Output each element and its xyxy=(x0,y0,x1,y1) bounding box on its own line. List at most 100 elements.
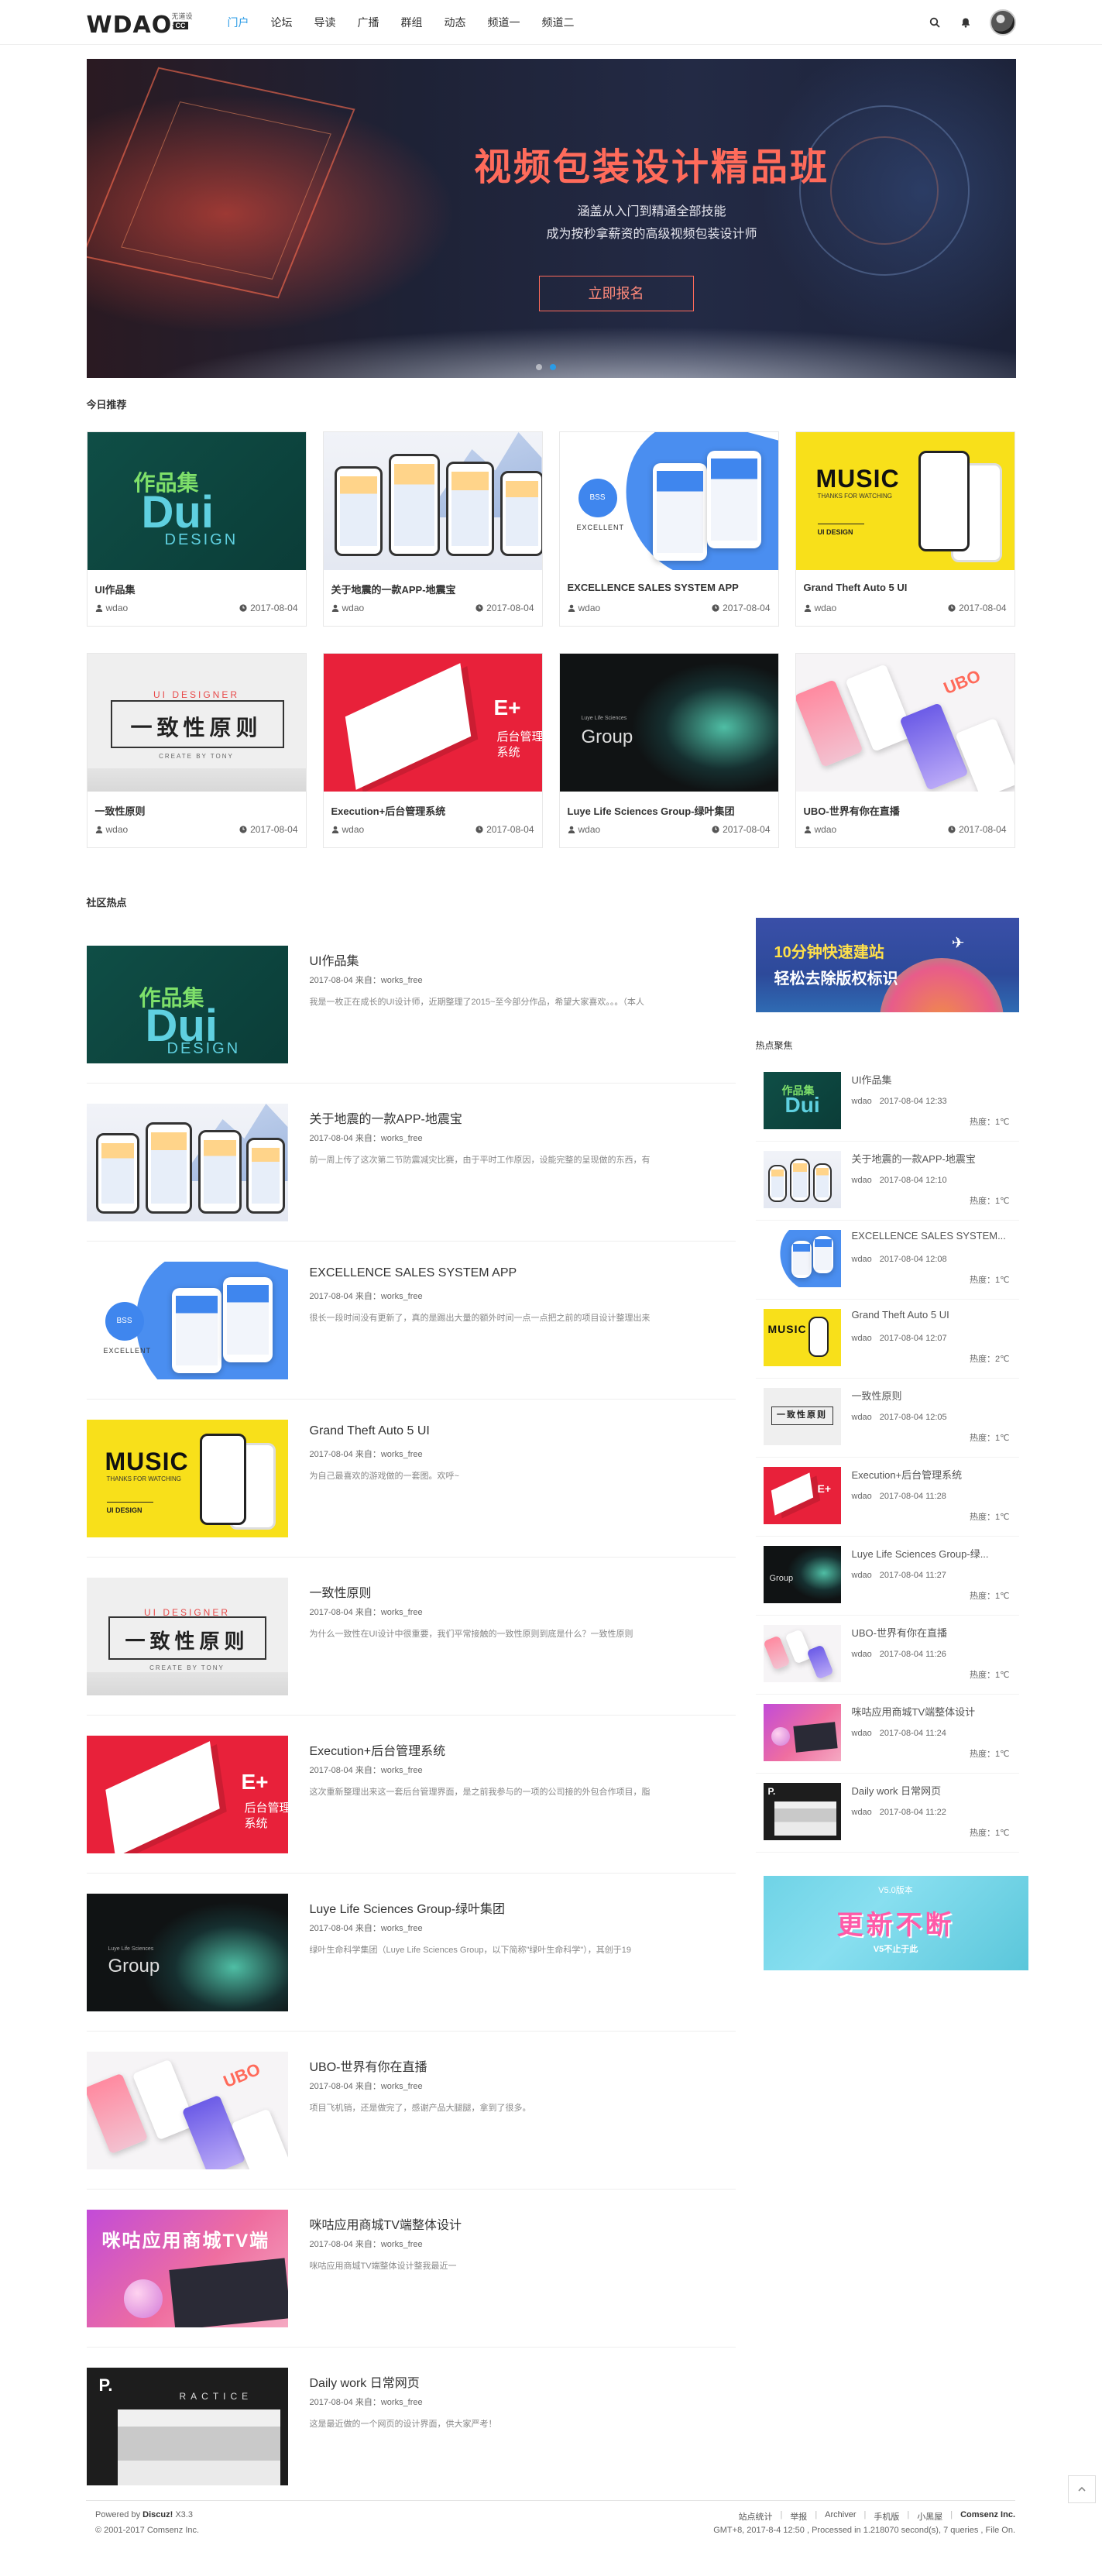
feed-thumbnail[interactable]: Luye Life Sciences Group xyxy=(86,1894,288,2011)
feed-source[interactable]: works_free xyxy=(381,1608,423,1617)
card-thumbnail[interactable]: Luye Life Sciences Group xyxy=(559,654,778,792)
card-title[interactable]: Luye Life Sciences Group-绿叶集团 xyxy=(560,792,778,818)
feed-source[interactable]: works_free xyxy=(381,1134,423,1143)
feed-thumbnail[interactable]: 作品集 Dui DESIGN xyxy=(86,946,288,1063)
feed-title[interactable]: EXCELLENCE SALES SYSTEM APP xyxy=(310,1266,517,1280)
card-thumbnail[interactable]: MUSIC THANKS FOR WATCHING UI DESIGN xyxy=(795,432,1014,570)
feed-title[interactable]: Luye Life Sciences Group-绿叶集团 xyxy=(310,1898,506,1917)
card-thumbnail[interactable]: UBO xyxy=(795,654,1014,792)
card-title[interactable]: Grand Theft Auto 5 UI xyxy=(796,570,1014,596)
recommend-card[interactable]: MUSIC THANKS FOR WATCHING UI DESIGN Gran… xyxy=(795,431,1015,627)
card-author[interactable]: wdao xyxy=(95,603,128,613)
card-author[interactable]: wdao xyxy=(331,824,364,835)
card-thumbnail[interactable] xyxy=(323,432,542,570)
feed-source[interactable]: works_free xyxy=(381,2082,423,2091)
footer-link-blacklist[interactable]: 小黑屋 xyxy=(917,2510,942,2523)
feed-title[interactable]: 关于地震的一款APP-地震宝 xyxy=(310,1108,462,1127)
card-title[interactable]: UBO-世界有你在直播 xyxy=(796,792,1014,818)
card-author[interactable]: wdao xyxy=(331,603,364,613)
hot-title[interactable]: Grand Theft Auto 5 UI xyxy=(852,1309,1007,1321)
nav-item-portal[interactable]: 门户 xyxy=(217,0,260,45)
feed-source[interactable]: works_free xyxy=(381,1766,423,1775)
search-icon[interactable] xyxy=(928,15,942,29)
recommend-card[interactable]: UBO UBO-世界有你在直播 wdao 2017-08-04 xyxy=(795,653,1015,848)
card-author[interactable]: wdao xyxy=(568,603,600,613)
hot-thumbnail[interactable] xyxy=(763,1151,841,1208)
hot-thumbnail[interactable] xyxy=(763,1625,841,1682)
hot-thumbnail[interactable]: Group xyxy=(763,1546,841,1603)
feed-source[interactable]: works_free xyxy=(381,976,423,985)
card-author[interactable]: wdao xyxy=(804,603,836,613)
footer-link-stats[interactable]: 站点统计 xyxy=(738,2510,772,2523)
hot-author[interactable]: wdao xyxy=(852,1334,872,1343)
feed-thumbnail[interactable]: E+ 后台管理系统 xyxy=(86,1736,288,1853)
card-thumbnail[interactable]: E+ 后台管理系统 xyxy=(323,654,542,792)
user-avatar[interactable] xyxy=(989,9,1016,36)
hot-title[interactable]: UI作品集 xyxy=(852,1072,1007,1087)
feed-thumbnail[interactable]: BSS EXCELLENT xyxy=(86,1262,288,1379)
hot-title[interactable]: Execution+后台管理系统 xyxy=(852,1467,1007,1482)
feed-thumbnail[interactable]: 咪咕应用商城TV端 xyxy=(86,2210,288,2327)
feed-thumbnail[interactable]: UI DESIGNER 一致性原则 CREATE BY TONY xyxy=(86,1578,288,1695)
discuz-link[interactable]: Discuz! xyxy=(142,2510,173,2519)
footer-link-archiver[interactable]: Archiver xyxy=(825,2510,856,2523)
feed-thumbnail[interactable]: UBO xyxy=(86,2052,288,2169)
back-to-top-button[interactable] xyxy=(1068,2475,1096,2503)
hot-thumbnail[interactable]: P. xyxy=(763,1783,841,1840)
hot-thumbnail[interactable]: MUSIC xyxy=(763,1309,841,1366)
nav-item-guide[interactable]: 导读 xyxy=(304,0,347,45)
hot-title[interactable]: EXCELLENCE SALES SYSTEM... xyxy=(852,1230,1007,1242)
banner-signup-button[interactable]: 立即报名 xyxy=(538,276,694,311)
nav-item-groups[interactable]: 群组 xyxy=(390,0,434,45)
recommend-card[interactable]: E+ 后台管理系统 Execution+后台管理系统 wdao 2017-08-… xyxy=(322,653,543,848)
hot-author[interactable]: wdao xyxy=(852,1097,872,1106)
card-title[interactable]: 关于地震的一款APP-地震宝 xyxy=(324,570,542,596)
hot-author[interactable]: wdao xyxy=(852,1729,872,1738)
feed-title[interactable]: UBO-世界有你在直播 xyxy=(310,2056,427,2075)
card-title[interactable]: 一致性原则 xyxy=(88,792,306,818)
ad-banner-bottom[interactable]: V5.0版本 更新不断 V5不止于此 xyxy=(763,1876,1028,1970)
recommend-card[interactable]: UI DESIGNER 一致性原则 CREATE BY TONY 一致性原则 w… xyxy=(86,653,307,848)
site-logo[interactable]: WDAO 无道设计 CC xyxy=(87,8,195,39)
feed-title[interactable]: Daily work 日常网页 xyxy=(310,2372,420,2391)
feed-thumbnail[interactable] xyxy=(86,1104,288,1221)
card-title[interactable]: UI作品集 xyxy=(88,570,306,596)
hot-author[interactable]: wdao xyxy=(852,1650,872,1659)
hot-author[interactable]: wdao xyxy=(852,1808,872,1817)
recommend-card[interactable]: 作品集 Dui DESIGN UI作品集 wdao 2017-08-04 xyxy=(86,431,307,627)
ad-banner-top[interactable]: ✈ 10分钟快速建站 轻松去除版权标识 xyxy=(755,918,1019,1012)
hot-title[interactable]: Luye Life Sciences Group-绿... xyxy=(852,1546,1007,1561)
footer-link-comsenz[interactable]: Comsenz Inc. xyxy=(960,2510,1015,2523)
card-title[interactable]: Execution+后台管理系统 xyxy=(324,792,542,818)
hot-author[interactable]: wdao xyxy=(852,1176,872,1185)
feed-thumbnail[interactable]: MUSIC THANKS FOR WATCHING UI DESIGN xyxy=(86,1420,288,1537)
hot-title[interactable]: 咪咕应用商城TV端整体设计 xyxy=(852,1704,1007,1719)
hot-author[interactable]: wdao xyxy=(852,1571,872,1580)
recommend-card[interactable]: 关于地震的一款APP-地震宝 wdao 2017-08-04 xyxy=(322,431,543,627)
hot-thumbnail[interactable] xyxy=(763,1230,841,1287)
hot-thumbnail[interactable]: E+ xyxy=(763,1467,841,1524)
hot-title[interactable]: Daily work 日常网页 xyxy=(852,1783,1007,1798)
feed-title[interactable]: 一致性原则 xyxy=(310,1582,372,1601)
nav-item-forum[interactable]: 论坛 xyxy=(260,0,304,45)
card-thumbnail[interactable]: BSS EXCELLENT xyxy=(559,432,778,570)
recommend-card[interactable]: BSS EXCELLENT EXCELLENCE SALES SYSTEM AP… xyxy=(558,431,779,627)
hot-title[interactable]: 关于地震的一款APP-地震宝 xyxy=(852,1151,1007,1166)
nav-item-feed[interactable]: 动态 xyxy=(434,0,477,45)
hot-thumbnail[interactable]: 一致性原则 xyxy=(763,1388,841,1445)
feed-source[interactable]: works_free xyxy=(381,1924,423,1933)
feed-title[interactable]: Execution+后台管理系统 xyxy=(310,1740,446,1759)
hot-author[interactable]: wdao xyxy=(852,1492,872,1501)
hot-title[interactable]: UBO-世界有你在直播 xyxy=(852,1625,1007,1640)
feed-source[interactable]: works_free xyxy=(381,1292,423,1301)
nav-item-broadcast[interactable]: 广播 xyxy=(347,0,390,45)
feed-title[interactable]: 咪咕应用商城TV端整体设计 xyxy=(310,2214,462,2233)
hot-title[interactable]: 一致性原则 xyxy=(852,1388,1007,1403)
card-title[interactable]: EXCELLENCE SALES SYSTEM APP xyxy=(560,570,778,596)
hot-thumbnail[interactable]: 作品集 Dui xyxy=(763,1072,841,1129)
footer-link-mobile[interactable]: 手机版 xyxy=(874,2510,899,2523)
nav-item-channel-2[interactable]: 频道二 xyxy=(531,0,585,45)
card-author[interactable]: wdao xyxy=(568,824,600,835)
card-thumbnail[interactable]: UI DESIGNER 一致性原则 CREATE BY TONY xyxy=(87,654,306,792)
recommend-card[interactable]: Luye Life Sciences Group Luye Life Scien… xyxy=(558,653,779,848)
